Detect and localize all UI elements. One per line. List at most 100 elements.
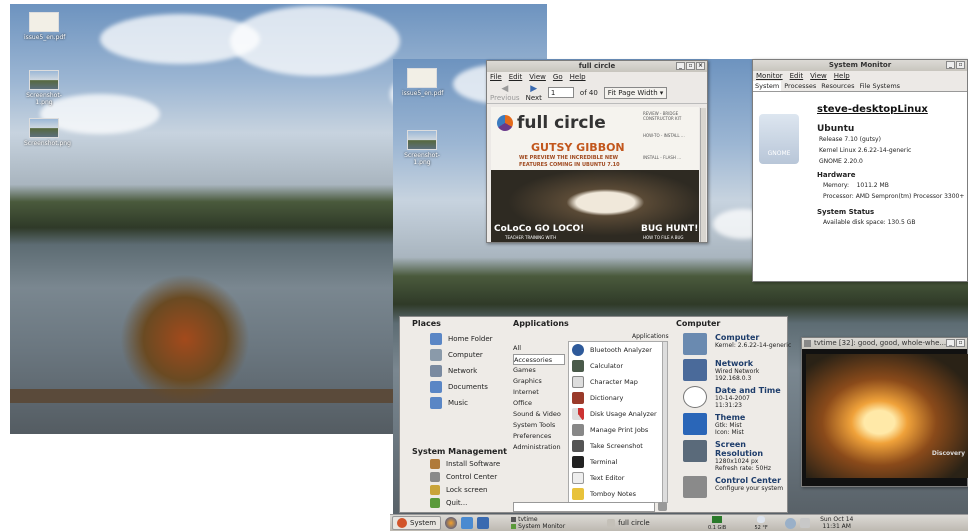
folder-home-icon bbox=[430, 333, 442, 345]
magazine-logo bbox=[497, 115, 513, 131]
computer-icon bbox=[430, 349, 442, 361]
category-system-tools[interactable]: System Tools bbox=[513, 420, 565, 431]
status-control-center[interactable]: Control Center Configure your system bbox=[683, 476, 793, 498]
sysmon-titlebar[interactable]: System Monitor _ ▫ bbox=[753, 60, 967, 71]
maximize-icon[interactable]: ▫ bbox=[686, 62, 695, 70]
volume-icon[interactable] bbox=[800, 518, 811, 528]
minimize-icon[interactable]: _ bbox=[676, 62, 685, 70]
desktop-icon-screenshot-1[interactable]: Screenshot-1.png bbox=[402, 130, 442, 166]
places-list: Home Folder Computer Network Documents M… bbox=[430, 331, 510, 411]
app-character-map[interactable]: Character Map bbox=[572, 374, 663, 390]
task-full-circle[interactable]: full circle bbox=[603, 518, 693, 528]
tray-monitor[interactable]: 0.1 GiB bbox=[697, 515, 737, 531]
firefox-icon[interactable] bbox=[445, 517, 458, 529]
app-terminal[interactable]: Terminal bbox=[572, 454, 663, 470]
quit-item[interactable]: Quit... bbox=[430, 496, 510, 509]
sysmon-tabs: System Processes Resources File Systems bbox=[753, 81, 967, 92]
category-preferences[interactable]: Preferences bbox=[513, 431, 565, 442]
category-administration[interactable]: Administration bbox=[513, 442, 565, 453]
minimize-icon[interactable]: _ bbox=[946, 339, 955, 347]
place-computer[interactable]: Computer bbox=[430, 347, 510, 363]
search-icon[interactable] bbox=[658, 502, 667, 511]
status-screen-resolution[interactable]: Screen Resolution 1280x1024 px Refresh rat… bbox=[683, 440, 793, 472]
app-take-screenshot[interactable]: Take Screenshot bbox=[572, 438, 663, 454]
menu-search-input[interactable] bbox=[513, 502, 655, 512]
minimize-icon[interactable]: _ bbox=[946, 61, 955, 69]
app-text-editor[interactable]: Text Editor bbox=[572, 470, 663, 486]
page-number-input[interactable]: 1 bbox=[547, 87, 574, 98]
computer-status-list: Computer Kernel: 2.6.22-14-generic Networ… bbox=[683, 333, 793, 502]
kernel-version: Kernel Linux 2.6.22-14-generic bbox=[819, 147, 912, 154]
menu-monitor[interactable]: Monitor bbox=[756, 72, 783, 80]
menu-help[interactable]: Help bbox=[834, 72, 850, 80]
next-button[interactable]: ▶ Next bbox=[526, 84, 542, 102]
app-dictionary[interactable]: Dictionary bbox=[572, 390, 663, 406]
status-theme[interactable]: Theme Gtk: Mist Icon: Mist bbox=[683, 413, 793, 436]
task-tvtime[interactable]: tvtime System Monitor bbox=[511, 516, 599, 530]
tab-resources[interactable]: Resources bbox=[819, 81, 856, 91]
menu-edit[interactable]: Edit bbox=[509, 73, 523, 81]
previous-button[interactable]: ◀ Previous bbox=[490, 84, 520, 102]
weather-applet[interactable]: 52 °F bbox=[741, 515, 781, 531]
app-list: Bluetooth Analyzer Calculator Character … bbox=[568, 341, 664, 503]
category-sound-video[interactable]: Sound & Video bbox=[513, 409, 565, 420]
tab-system[interactable]: System bbox=[753, 81, 782, 91]
menu-view[interactable]: View bbox=[529, 73, 546, 81]
pdf-page: full circle REVIEW - BRIDGE CONSTRUCTOR … bbox=[491, 107, 699, 242]
app-disk-usage-analyzer[interactable]: Disk Usage Analyzer bbox=[572, 406, 663, 422]
install-software-item[interactable]: Install Software bbox=[430, 457, 510, 470]
app-manage-print-jobs[interactable]: Manage Print Jobs bbox=[572, 422, 663, 438]
app-bluetooth-analyzer[interactable]: Bluetooth Analyzer bbox=[572, 342, 663, 358]
menu-edit[interactable]: Edit bbox=[790, 72, 804, 80]
status-date-time[interactable]: Date and Time 10-14-2007 11:31:23 bbox=[683, 386, 793, 409]
zoom-select[interactable]: Fit Page Width ▾ bbox=[603, 86, 668, 99]
desktop-icon-pdf[interactable]: issue5_en.pdf bbox=[402, 68, 443, 97]
status-network[interactable]: Network Wired Network 192.168.0.3 bbox=[683, 359, 793, 382]
status-computer[interactable]: Computer Kernel: 2.6.22-14-generic bbox=[683, 333, 793, 355]
app-calculator[interactable]: Calculator bbox=[572, 358, 663, 374]
clock-icon bbox=[683, 386, 707, 408]
place-network[interactable]: Network bbox=[430, 363, 510, 379]
system-menu-button[interactable]: System bbox=[392, 516, 442, 530]
control-center-icon bbox=[683, 476, 707, 498]
lock-screen-item[interactable]: Lock screen bbox=[430, 483, 510, 496]
clock[interactable]: Sun Oct 14 11:31 AM bbox=[820, 516, 853, 530]
printer-icon bbox=[572, 424, 584, 436]
maximize-icon[interactable]: ▫ bbox=[956, 339, 965, 347]
network-tray-icon[interactable] bbox=[785, 517, 797, 529]
control-center-item[interactable]: Control Center bbox=[430, 470, 510, 483]
text-editor-icon bbox=[572, 472, 584, 484]
hardware-heading: Hardware bbox=[817, 171, 856, 179]
menu-file[interactable]: File bbox=[490, 73, 502, 81]
category-accessories[interactable]: Accessories bbox=[513, 354, 565, 365]
place-home-folder[interactable]: Home Folder bbox=[430, 331, 510, 347]
maximize-icon[interactable]: ▫ bbox=[956, 61, 965, 69]
category-internet[interactable]: Internet bbox=[513, 387, 565, 398]
image-file-icon bbox=[29, 70, 59, 90]
desktop-icon-pdf[interactable]: issue5_en.pdf bbox=[24, 12, 65, 41]
desktop-icon-screenshot-1[interactable]: Screenshot-1.png bbox=[24, 70, 64, 106]
sidebar-text: HOW-TO - INSTALL ... bbox=[643, 133, 685, 138]
place-documents[interactable]: Documents bbox=[430, 379, 510, 395]
help-icon[interactable] bbox=[477, 517, 490, 529]
close-icon[interactable]: × bbox=[696, 62, 705, 70]
category-games[interactable]: Games bbox=[513, 365, 565, 376]
menu-help[interactable]: Help bbox=[570, 73, 586, 81]
app-list-scrollbar[interactable] bbox=[662, 341, 668, 503]
tab-file-systems[interactable]: File Systems bbox=[858, 81, 903, 91]
place-music[interactable]: Music bbox=[430, 395, 510, 411]
desktop-icon-screenshot[interactable]: Screenshot.png bbox=[24, 118, 71, 147]
category-all[interactable]: All bbox=[513, 343, 565, 354]
menu-go[interactable]: Go bbox=[553, 73, 563, 81]
menu-view[interactable]: View bbox=[810, 72, 827, 80]
category-graphics[interactable]: Graphics bbox=[513, 376, 565, 387]
email-icon[interactable] bbox=[461, 517, 474, 529]
tvtime-titlebar[interactable]: tvtime [32]: good, good, whole-whe... _ ▫ bbox=[802, 338, 967, 349]
tab-processes[interactable]: Processes bbox=[782, 81, 818, 91]
magazine-masthead: full circle bbox=[517, 113, 606, 133]
pdf-window-titlebar[interactable]: full circle _ ▫ × bbox=[487, 61, 707, 72]
app-tomboy-notes[interactable]: Tomboy Notes bbox=[572, 486, 663, 502]
pdf-scrollbar[interactable] bbox=[700, 108, 706, 242]
category-office[interactable]: Office bbox=[513, 398, 565, 409]
terminal-icon bbox=[572, 456, 584, 468]
